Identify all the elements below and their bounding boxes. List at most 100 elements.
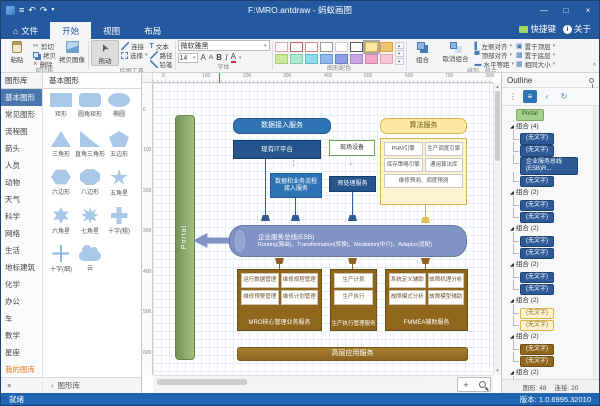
shape-category-item[interactable]: 我的图库	[1, 361, 42, 377]
same-size-button[interactable]: ▦相同大小▾	[516, 60, 555, 68]
outline-tree-view-button[interactable]: ≡	[523, 90, 537, 103]
outline-row[interactable]: ◢ (无文字)	[502, 211, 599, 223]
tab-home[interactable]: 开始	[50, 22, 91, 39]
connect-tool-button[interactable]: 连接	[121, 42, 148, 50]
node-scheduling-engine[interactable]: 生产调度引擎	[425, 142, 464, 156]
palette-up-button[interactable]: ▴	[395, 42, 404, 49]
zoom-tool-button[interactable]	[474, 378, 490, 391]
color-swatch[interactable]	[305, 54, 318, 64]
outline-row[interactable]: ◢ (无文字)	[502, 283, 599, 295]
redo-button[interactable]: ↷	[40, 6, 48, 15]
node-failure-mode[interactable]: 故障模式分析	[389, 290, 426, 305]
text-tool-button[interactable]: T文本	[150, 42, 173, 50]
align-top-button[interactable]: ▀顶部对齐▾	[475, 51, 515, 59]
color-swatch[interactable]	[335, 42, 348, 52]
outline-share-button[interactable]: ‹	[540, 90, 554, 103]
horizontal-scrollbar[interactable]	[153, 378, 429, 386]
maximize-button[interactable]: □	[555, 1, 577, 19]
color-swatch[interactable]	[335, 54, 348, 64]
color-swatch[interactable]	[305, 42, 318, 52]
shape-category-item[interactable]: 数学	[1, 327, 42, 344]
tab-layout[interactable]: 布局	[132, 22, 173, 39]
menu-icon[interactable]: ≡	[19, 6, 24, 15]
font-color-caret[interactable]: ▾	[239, 55, 242, 61]
color-swatch[interactable]	[350, 54, 363, 64]
node-failure-mechanism[interactable]: 故障机理分析	[428, 273, 465, 288]
node-production-plan[interactable]: 生产计划	[334, 273, 373, 288]
node-failure-model[interactable]: 故障模型辅助	[428, 290, 465, 305]
uncombine-button[interactable]: 取消组合	[439, 40, 473, 63]
drawing-canvas[interactable]: Portal 数据接入服务 算法服务 现有IT平台 现场设备 ↕ ↓ 数据和业务…	[153, 83, 493, 375]
vertical-scrollbar[interactable]: ▴ ▾	[493, 83, 501, 375]
node-phm-engine[interactable]: PHM引擎	[384, 142, 423, 156]
pencil-tool-button[interactable]: 铅笔	[150, 60, 173, 68]
shape-item[interactable]: 圆角矩形	[75, 93, 105, 126]
shape-item[interactable]: 十字(粗)	[105, 207, 133, 240]
combine-button[interactable]: 组合	[409, 40, 437, 64]
outline-menu-button[interactable]: ⋮	[506, 90, 520, 103]
node-preprocess-service[interactable]: 预处理服务	[329, 176, 376, 192]
color-swatch[interactable]	[290, 42, 303, 52]
select-tool-button[interactable]: 选择▾	[121, 51, 148, 59]
zoom-in-button[interactable]: +	[458, 378, 474, 391]
node-system-definition[interactable]: 系统定义辅助	[389, 273, 426, 288]
horizontal-scroll-thumb[interactable]	[157, 379, 247, 385]
shape-item[interactable]: 五角星	[105, 169, 133, 202]
node-repair-plan-mgmt[interactable]: 维修计划管理	[281, 290, 319, 305]
shape-item[interactable]: 矩形	[47, 93, 75, 126]
shape-category-item[interactable]: 地标建筑	[1, 259, 42, 276]
shrink-font-button[interactable]: A	[209, 55, 213, 62]
shape-category-item[interactable]: 天气	[1, 191, 42, 208]
color-swatch[interactable]	[350, 42, 363, 52]
shape-item[interactable]: 六边形	[47, 169, 75, 202]
group-fmmea[interactable]: 系统定义辅助 故障机理分析 故障模式分析 故障模型辅助 FMMEA辅助服务	[385, 269, 468, 331]
color-swatch[interactable]	[380, 42, 393, 52]
color-swatch[interactable]	[275, 54, 288, 64]
copy-button[interactable]: 拷贝	[33, 51, 56, 59]
color-swatch[interactable]	[320, 54, 333, 64]
node-algorithm-container[interactable]: PHM引擎 生产调度引擎 库存策略引擎 通用算法库 维修预测、调度预测	[380, 138, 467, 205]
color-swatch[interactable]	[290, 54, 303, 64]
outline-row[interactable]: ◢ (无文字)	[502, 175, 599, 187]
palette-down-button[interactable]: ▾	[395, 50, 404, 57]
shape-item[interactable]: 十字(细)	[47, 245, 75, 278]
copy-image-button[interactable]: 拷贝图像	[58, 40, 86, 64]
shape-category-item[interactable]: 箭头	[1, 140, 42, 157]
path-tool-button[interactable]: 路径	[150, 51, 173, 59]
shape-category-item[interactable]: 动物	[1, 174, 42, 191]
undo-button[interactable]: ↶	[28, 6, 36, 15]
color-swatch[interactable]	[365, 54, 378, 64]
collapse-ribbon-button[interactable]: ^	[593, 63, 596, 70]
shape-item[interactable]: 五边形	[105, 131, 133, 164]
paste-button[interactable]: 粘贴	[3, 40, 31, 64]
cut-button[interactable]: ✂剪切	[33, 42, 56, 50]
shape-item[interactable]: 云	[75, 245, 105, 278]
node-data-access-service[interactable]: 数据接入服务	[233, 118, 331, 134]
node-existing-it-platform[interactable]: 现有IT平台	[233, 140, 321, 159]
outline-refresh-button[interactable]: ↻	[557, 90, 571, 103]
bring-to-front-button[interactable]: ▣置于顶层▾	[516, 42, 555, 50]
shape-item[interactable]: 椭圆	[105, 93, 133, 126]
font-family-select[interactable]: 微软雅黑▾	[178, 40, 270, 51]
delete-button[interactable]: ×删除	[33, 60, 56, 68]
node-esb[interactable]: 企业服务总线(ESB) Routing(路由)、Transformation(转…	[229, 225, 467, 257]
shape-category-item[interactable]: 生活	[1, 242, 42, 259]
shape-item[interactable]: 七角星	[75, 207, 105, 240]
shape-category-item[interactable]: 人员	[1, 157, 42, 174]
bold-button[interactable]: B	[216, 54, 222, 62]
node-predictions[interactable]: 维修预测、调度预测	[384, 174, 463, 188]
shape-category-item[interactable]: 流程图	[1, 123, 42, 140]
pin-icon[interactable]	[589, 78, 594, 83]
node-field-device[interactable]: 现场设备	[329, 140, 375, 156]
shape-item[interactable]: 三角形	[47, 131, 75, 164]
node-run-data-mgmt[interactable]: 运行数据管理	[241, 273, 279, 288]
font-size-select[interactable]: 14▾	[178, 53, 198, 63]
node-repair-procedure-mgmt[interactable]: 维修规程管理	[281, 273, 319, 288]
color-swatch[interactable]	[365, 42, 378, 52]
outline-row[interactable]: ◢ (无文字)	[502, 247, 599, 259]
close-library-button[interactable]: ×	[1, 381, 43, 390]
node-portal[interactable]: Portal	[175, 115, 195, 360]
node-common-algo-lib[interactable]: 通用算法库	[425, 158, 464, 172]
color-swatch[interactable]	[380, 54, 393, 64]
italic-button[interactable]: I	[225, 54, 228, 62]
